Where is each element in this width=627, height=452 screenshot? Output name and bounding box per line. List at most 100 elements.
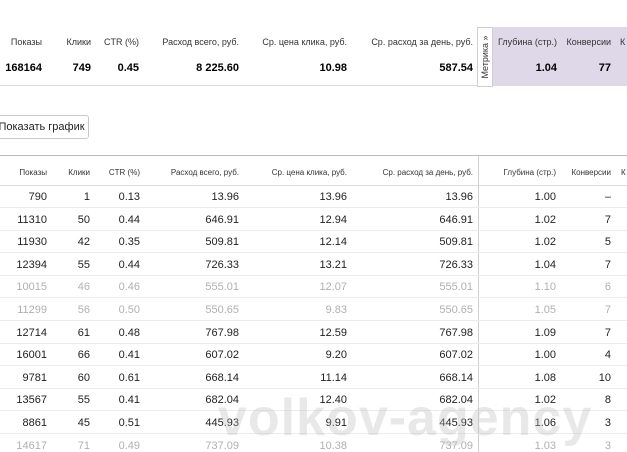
cell-conversions: 7 — [604, 258, 611, 271]
table-row[interactable]: 12394 55 0.44 726.33 13.21 726.33 1.04 7 — [0, 254, 627, 276]
cell-impressions: 14617 — [16, 439, 47, 452]
cell-depth: 1.08 — [534, 371, 556, 384]
cell-depth: 1.04 — [534, 258, 556, 271]
cell-depth: 1.09 — [534, 326, 556, 339]
cell-impressions: 12714 — [16, 326, 47, 339]
table-row[interactable]: 10015 46 0.46 555.01 12.07 555.01 1.10 6 — [0, 276, 627, 299]
cell-avg-cpc: 12.07 — [319, 281, 347, 294]
table-header-row: Показы Клики CTR (%) Расход всего, руб. … — [0, 156, 627, 186]
show-graph-button[interactable]: Показать график — [0, 115, 89, 139]
header-depth[interactable]: Глубина (стр.) — [498, 37, 557, 47]
cell-avg-daily-spend: 509.81 — [439, 236, 473, 249]
col-depth[interactable]: Глубина (стр.) — [504, 168, 556, 177]
cell-clicks: 55 — [77, 394, 90, 407]
cell-impressions: 10015 — [16, 281, 47, 294]
cell-conversions: 7 — [604, 304, 611, 316]
cell-conversions: – — [604, 191, 611, 203]
col-avg-daily-spend[interactable]: Ср. расход за день, руб. — [383, 168, 473, 177]
cell-impressions: 9781 — [22, 371, 47, 384]
cell-avg-daily-spend: 767.98 — [439, 326, 473, 339]
cell-depth: 1.00 — [534, 191, 556, 203]
col-ctr[interactable]: CTR (%) — [109, 168, 140, 177]
table-row[interactable]: 16001 66 0.41 607.02 9.20 607.02 1.00 4 — [0, 344, 627, 367]
cell-avg-daily-spend: 726.33 — [439, 258, 473, 271]
cell-ctr: 0.48 — [118, 326, 140, 339]
cell-depth: 1.10 — [534, 281, 556, 294]
total-spend: 8 225.60 — [196, 62, 239, 74]
cell-impressions: 11310 — [17, 213, 47, 226]
cell-clicks: 60 — [77, 371, 90, 384]
header-total-spend[interactable]: Расход всего, руб. — [162, 37, 239, 47]
cell-avg-daily-spend: 607.02 — [439, 349, 473, 362]
total-ctr: 0.45 — [117, 62, 139, 74]
cell-ctr: 0.44 — [118, 213, 140, 226]
cell-depth: 1.00 — [534, 349, 556, 362]
total-avg-daily-spend: 587.54 — [439, 62, 473, 74]
cell-total-spend: 550.65 — [205, 304, 239, 316]
col-truncated[interactable]: К — [621, 168, 626, 177]
cell-conversions: 4 — [604, 349, 611, 362]
table-row[interactable]: 11930 42 0.35 509.81 12.14 509.81 1.02 5 — [0, 231, 627, 254]
cell-ctr: 0.51 — [118, 417, 140, 429]
cell-ctr: 0.41 — [118, 349, 140, 362]
cell-total-spend: 509.81 — [205, 236, 239, 249]
cell-total-spend: 668.14 — [205, 371, 239, 384]
cell-clicks: 71 — [77, 439, 90, 452]
cell-clicks: 56 — [77, 304, 90, 316]
table-row[interactable]: 9781 60 0.61 668.14 11.14 668.14 1.08 10 — [0, 367, 627, 389]
cell-depth: 1.02 — [534, 213, 556, 226]
cell-conversions: 7 — [604, 326, 611, 339]
cell-ctr: 0.41 — [118, 394, 140, 407]
cell-conversions: 3 — [604, 417, 611, 429]
total-depth: 1.04 — [535, 62, 557, 74]
header-impressions[interactable]: Показы — [11, 37, 42, 47]
cell-avg-daily-spend: 13.96 — [445, 191, 473, 203]
header-avg-daily-spend[interactable]: Ср. расход за день, руб. — [371, 37, 473, 47]
cell-conversions: 7 — [604, 213, 611, 226]
cell-total-spend: 607.02 — [205, 349, 239, 362]
cell-ctr: 0.61 — [118, 371, 140, 384]
cell-avg-cpc: 12.14 — [319, 236, 347, 249]
header-truncated[interactable]: К — [620, 37, 625, 47]
metrika-toggle-tab[interactable]: Метрика » — [477, 27, 493, 87]
cell-avg-cpc: 12.59 — [319, 326, 347, 339]
cell-total-spend: 13.96 — [211, 191, 239, 203]
summary-values-row: 168164 749 0.45 8 225.60 10.98 587.54 1.… — [0, 56, 627, 80]
cell-conversions: 6 — [604, 281, 611, 294]
cell-depth: 1.02 — [534, 236, 556, 249]
cell-total-spend: 555.01 — [205, 281, 239, 294]
table-row[interactable]: 12714 61 0.48 767.98 12.59 767.98 1.09 7 — [0, 322, 627, 344]
header-ctr[interactable]: CTR (%) — [104, 37, 139, 47]
total-impressions: 168164 — [5, 62, 42, 74]
cell-ctr: 0.49 — [118, 439, 140, 452]
cell-avg-cpc: 9.83 — [325, 304, 347, 316]
col-avg-cpc[interactable]: Ср. цена клика, руб. — [272, 168, 347, 177]
header-clicks[interactable]: Клики — [67, 37, 92, 47]
cell-impressions: 11930 — [17, 236, 47, 249]
cell-impressions: 8861 — [22, 417, 47, 429]
cell-avg-daily-spend: 646.91 — [439, 213, 473, 226]
col-impressions[interactable]: Показы — [19, 168, 47, 177]
cell-ctr: 0.13 — [118, 191, 140, 203]
table-row[interactable]: 11310 50 0.44 646.91 12.94 646.91 1.02 7 — [0, 209, 627, 231]
cell-ctr: 0.50 — [118, 304, 140, 316]
cell-conversions: 3 — [604, 439, 611, 452]
header-conversions[interactable]: Конверсии — [567, 37, 611, 47]
cell-conversions: 5 — [604, 236, 611, 249]
cell-total-spend: 646.91 — [205, 213, 239, 226]
total-avg-cpc: 10.98 — [319, 62, 347, 74]
col-total-spend[interactable]: Расход всего, руб. — [171, 168, 239, 177]
col-clicks[interactable]: Клики — [68, 168, 90, 177]
col-conversions[interactable]: Конверсии — [571, 168, 611, 177]
cell-clicks: 1 — [83, 191, 90, 203]
watermark: volkov-agency — [218, 389, 593, 447]
cell-clicks: 55 — [77, 258, 90, 271]
cell-clicks: 61 — [77, 326, 90, 339]
cell-conversions: 10 — [598, 371, 611, 384]
table-row[interactable]: 790 1 0.13 13.96 13.96 13.96 1.00 – — [0, 186, 627, 208]
cell-ctr: 0.35 — [118, 236, 140, 249]
table-row[interactable]: 11299 56 0.50 550.65 9.83 550.65 1.05 7 — [0, 299, 627, 321]
cell-avg-cpc: 11.14 — [320, 371, 347, 384]
header-avg-cpc[interactable]: Ср. цена клика, руб. — [262, 37, 347, 47]
cell-total-spend: 767.98 — [205, 326, 239, 339]
